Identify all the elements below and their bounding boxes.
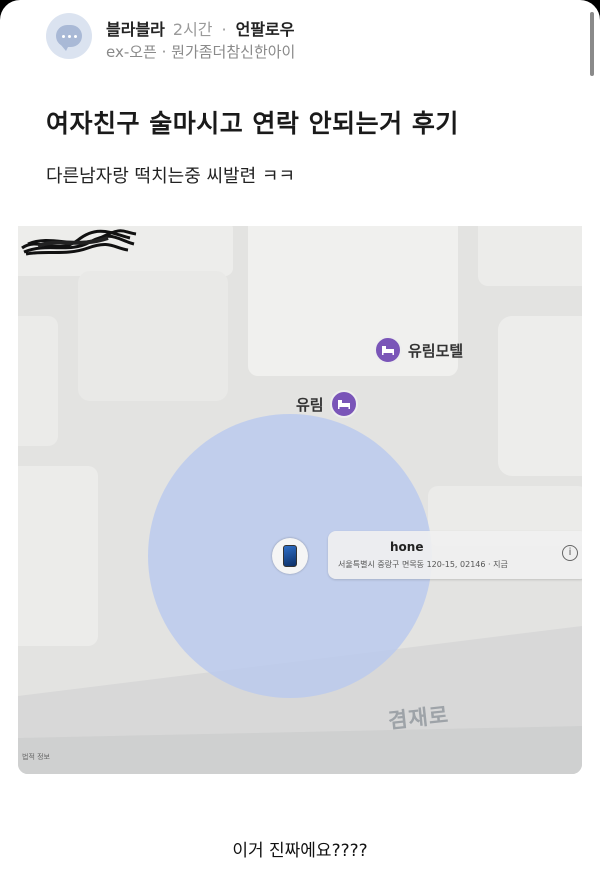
info-icon[interactable]: i <box>562 545 578 561</box>
frame-corner-left <box>0 0 20 20</box>
map-photo[interactable]: 유림모텔 유림 hone 서울특별시 중랑구 면목동 120-15, 02146… <box>18 226 582 774</box>
bed-icon <box>329 390 358 418</box>
poi-motel[interactable]: 유림모텔 <box>374 336 463 364</box>
post-title: 여자친구 술마시고 연락 안되는거 후기 <box>46 109 459 138</box>
device-name: hone <box>390 540 424 554</box>
poi-yurim-label: 유림 <box>296 395 324 414</box>
chat-bubble-icon <box>56 25 82 51</box>
post-body: 다른남자랑 떡치는중 씨발련 ㅋㅋ <box>46 166 296 187</box>
poi-yurim[interactable]: 유림 <box>296 390 358 418</box>
meta-separator: · <box>221 20 227 39</box>
map-background <box>18 226 582 774</box>
poi-motel-label: 유림모텔 <box>408 341 464 360</box>
comment-text: 이거 진짜에요???? <box>232 841 368 861</box>
bed-icon <box>374 336 402 364</box>
scrollbar[interactable] <box>590 12 594 76</box>
unfollow-button[interactable]: 언팔로우 <box>236 20 295 39</box>
device-location-pin[interactable] <box>272 538 308 574</box>
channel-label[interactable]: ex-오픈 · 뭔가좀더참신한아이 <box>106 41 295 62</box>
author-name[interactable]: 블라블라 <box>106 20 165 39</box>
post-header: 블라블라 2시간 · 언팔로우 ex-오픈 · 뭔가좀더참신한아이 <box>46 8 546 62</box>
device-info-card[interactable]: hone 서울특별시 중랑구 면목동 120-15, 02146 · 지금 i <box>328 531 582 579</box>
avatar[interactable] <box>46 13 92 59</box>
post-time: 2시간 <box>172 20 213 39</box>
device-address: 서울특별시 중랑구 면목동 120-15, 02146 · 지금 <box>338 560 508 569</box>
scribble-redaction <box>21 229 137 256</box>
legal-link[interactable]: 법적 정보 <box>22 752 50 762</box>
road-label: 겸재로 <box>387 702 451 734</box>
phone-icon <box>283 545 297 567</box>
author-line: 블라블라 2시간 · 언팔로우 <box>106 16 295 40</box>
